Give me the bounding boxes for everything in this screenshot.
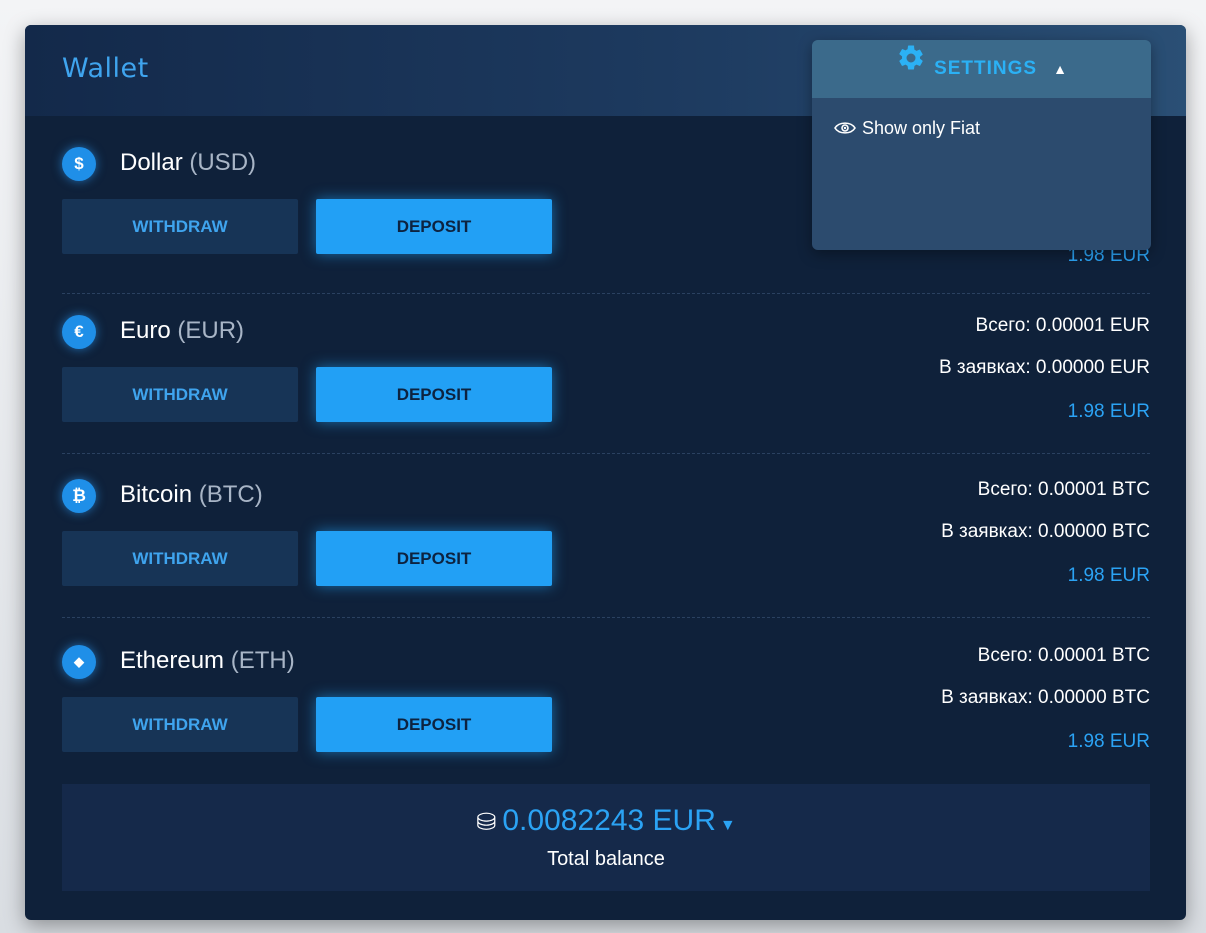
wallet-title: Wallet [62, 53, 149, 84]
settings-label: SETTINGS [934, 58, 1038, 79]
dollar-coin-icon: $ [62, 147, 96, 181]
currency-code: (ETH) [230, 647, 295, 674]
currency-name-label: Ethereum [120, 647, 225, 674]
currency-name: Bitcoin (BTC) [120, 481, 263, 509]
currency-name: Euro (EUR) [120, 317, 244, 345]
currency-code: (BTC) [198, 481, 263, 508]
currency-name-label: Bitcoin [120, 481, 193, 508]
menu-item-show-only-fiat[interactable]: Show only Fiat [834, 118, 980, 140]
menu-item-label: Show only Fiat [862, 118, 981, 138]
deposit-button-eur[interactable]: DEPOSIT [316, 367, 552, 422]
coins-icon: ⛁ [476, 809, 497, 836]
in-orders-btc: В заявках: 0.00000 BTC [941, 521, 1150, 542]
currency-name: Dollar (USD) [120, 149, 256, 177]
withdraw-button-usd[interactable]: WITHDRAW [62, 199, 298, 254]
caret-down-icon: ▼ [719, 817, 736, 834]
deposit-button-eth[interactable]: DEPOSIT [316, 697, 552, 752]
ethereum-coin-icon: ◆ [62, 645, 96, 679]
bitcoin-coin-icon: ₿ [62, 479, 96, 513]
currency-name-label: Dollar [120, 149, 183, 176]
row-divider [62, 453, 1150, 454]
total-balance-label: Total balance [547, 848, 665, 870]
in-orders-eth: В заявках: 0.00000 BTC [941, 687, 1150, 708]
deposit-button-btc[interactable]: DEPOSIT [316, 531, 552, 586]
settings-dropdown: SETTINGS ▲ Show only Fiat [812, 40, 1151, 250]
deposit-button-usd[interactable]: DEPOSIT [316, 199, 552, 254]
withdraw-button-eur[interactable]: WITHDRAW [62, 367, 298, 422]
currency-code: (EUR) [177, 317, 245, 344]
in-orders-eur: В заявках: 0.00000 EUR [938, 357, 1150, 378]
fiat-value-eth: 1.98 EUR [1067, 731, 1150, 752]
withdraw-button-btc[interactable]: WITHDRAW [62, 531, 298, 586]
currency-row-btc: ₿ Bitcoin (BTC) WITHDRAW DEPOSIT Всего: … [62, 479, 1150, 643]
eye-icon [834, 119, 856, 140]
gear-icon [896, 40, 926, 98]
currency-code: (USD) [189, 149, 257, 176]
fiat-value-btc: 1.98 EUR [1067, 565, 1150, 586]
total-balance-amount: 0.0082243 EUR [502, 804, 716, 837]
settings-toggle-button[interactable]: SETTINGS ▲ [812, 40, 1151, 98]
currency-name: Ethereum (ETH) [120, 647, 295, 675]
total-amount-eur: Всего: 0.00001 EUR [975, 315, 1150, 336]
withdraw-button-eth[interactable]: WITHDRAW [62, 697, 298, 752]
fiat-value-eur: 1.98 EUR [1067, 401, 1150, 422]
currency-name-label: Euro [120, 317, 171, 344]
total-balance-dropdown[interactable]: ⛁ 0.0082243 EUR ▼ [62, 804, 1150, 838]
row-divider [62, 617, 1150, 618]
chevron-up-icon: ▲ [1053, 61, 1067, 77]
total-balance-box: ⛁ 0.0082243 EUR ▼ Total balance [62, 784, 1150, 891]
euro-coin-icon: € [62, 315, 96, 349]
total-amount-btc: Всего: 0.00001 BTC [977, 479, 1150, 500]
row-divider [62, 293, 1150, 294]
currency-row-eur: € Euro (EUR) WITHDRAW DEPOSIT Всего: 0.0… [62, 315, 1150, 479]
total-amount-eth: Всего: 0.00001 BTC [977, 645, 1150, 666]
